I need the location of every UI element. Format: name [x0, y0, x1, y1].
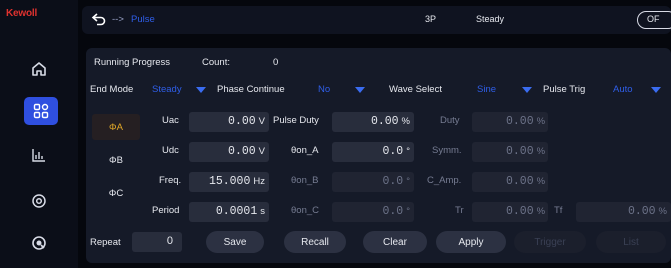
- repeat-field[interactable]: 0: [132, 232, 182, 252]
- tr-field: 0.00%: [472, 202, 548, 222]
- tf-label: Tf: [554, 205, 563, 216]
- breadcrumb-page[interactable]: Pulse: [131, 14, 155, 25]
- phase-continue-label: Phase Continue: [217, 84, 285, 95]
- count-value: 0: [273, 57, 279, 68]
- wave-select-select[interactable]: Sine: [477, 84, 496, 95]
- tf-field: 0.00%: [576, 202, 671, 222]
- uac-field[interactable]: 0.00 V: [189, 112, 269, 132]
- pulse-trig-label: Pulse Trig: [543, 84, 586, 95]
- theta-on-c-field: 0.0 °: [332, 202, 414, 222]
- duty-label: Duty: [440, 115, 460, 126]
- save-button[interactable]: Save: [206, 231, 264, 253]
- phase-b-button[interactable]: ΦB: [92, 147, 140, 173]
- wave-select-label: Wave Select: [389, 84, 442, 95]
- list-button: List: [596, 231, 666, 253]
- c-amp-label: C_Amp.: [427, 175, 462, 186]
- pulse-duty-field[interactable]: 0.00%: [332, 112, 414, 132]
- target-icon[interactable]: [26, 188, 52, 214]
- theta-on-b-label: θon_B: [291, 175, 319, 186]
- pulse-trig-select[interactable]: Auto: [613, 84, 633, 95]
- top-bar: --> Pulse 3P Steady OF: [82, 6, 671, 34]
- tr-label: Tr: [455, 205, 464, 216]
- clear-button[interactable]: Clear: [363, 231, 427, 253]
- mode-indicator: 3P: [425, 14, 437, 24]
- freq-field[interactable]: 15.000 Hz: [189, 172, 269, 192]
- end-mode-select[interactable]: Steady: [152, 84, 182, 95]
- pulse-duty-label: Pulse Duty: [273, 115, 319, 126]
- count-label: Count:: [202, 57, 230, 68]
- phase-continue-select[interactable]: No: [318, 84, 330, 95]
- period-label: Period: [152, 205, 180, 216]
- home-icon[interactable]: [26, 56, 52, 82]
- theta-on-a-field[interactable]: 0.0 °: [332, 142, 414, 162]
- theta-on-a-label: θon_A: [291, 145, 319, 156]
- period-field[interactable]: 0.0001 s: [189, 202, 269, 222]
- back-arrow-icon[interactable]: [91, 12, 107, 31]
- uac-label: Uac: [162, 115, 179, 126]
- chevron-down-icon[interactable]: [355, 87, 365, 93]
- power-icon[interactable]: [26, 230, 52, 256]
- chevron-down-icon[interactable]: [651, 87, 661, 93]
- duty-field: 0.00%: [472, 112, 548, 132]
- repeat-label: Repeat: [90, 237, 121, 248]
- udc-field[interactable]: 0.00 V: [189, 142, 269, 162]
- apply-button[interactable]: Apply: [436, 231, 506, 253]
- running-progress-label: Running Progress: [94, 57, 171, 68]
- c-amp-field: 0.00%: [472, 172, 548, 192]
- apps-icon[interactable]: [28, 98, 54, 124]
- symm-label: Symm.: [432, 145, 462, 156]
- trigger-button: Trigger: [514, 231, 586, 253]
- symm-field: 0.00%: [472, 142, 548, 162]
- udc-label: Udc: [162, 145, 179, 156]
- phase-a-button[interactable]: ΦA: [92, 114, 140, 140]
- sidebar: Kewoll: [0, 0, 78, 268]
- end-mode-label: End Mode: [90, 84, 134, 95]
- freq-label: Freq.: [159, 175, 182, 186]
- brand-logo: Kewoll: [6, 8, 38, 19]
- chevron-down-icon[interactable]: [522, 87, 532, 93]
- recall-button[interactable]: Recall: [284, 231, 346, 253]
- state-indicator: Steady: [476, 14, 505, 24]
- chart-icon[interactable]: [26, 142, 52, 168]
- output-toggle[interactable]: OF: [637, 11, 671, 29]
- breadcrumb-arrow: -->: [112, 14, 124, 25]
- chevron-down-icon[interactable]: [196, 87, 206, 93]
- theta-on-c-label: θon_C: [291, 205, 319, 216]
- theta-on-b-field: 0.0 °: [332, 172, 414, 192]
- phase-c-button[interactable]: ΦC: [92, 180, 140, 206]
- pulse-panel: Running Progress Count: 0 End Mode Stead…: [86, 48, 671, 263]
